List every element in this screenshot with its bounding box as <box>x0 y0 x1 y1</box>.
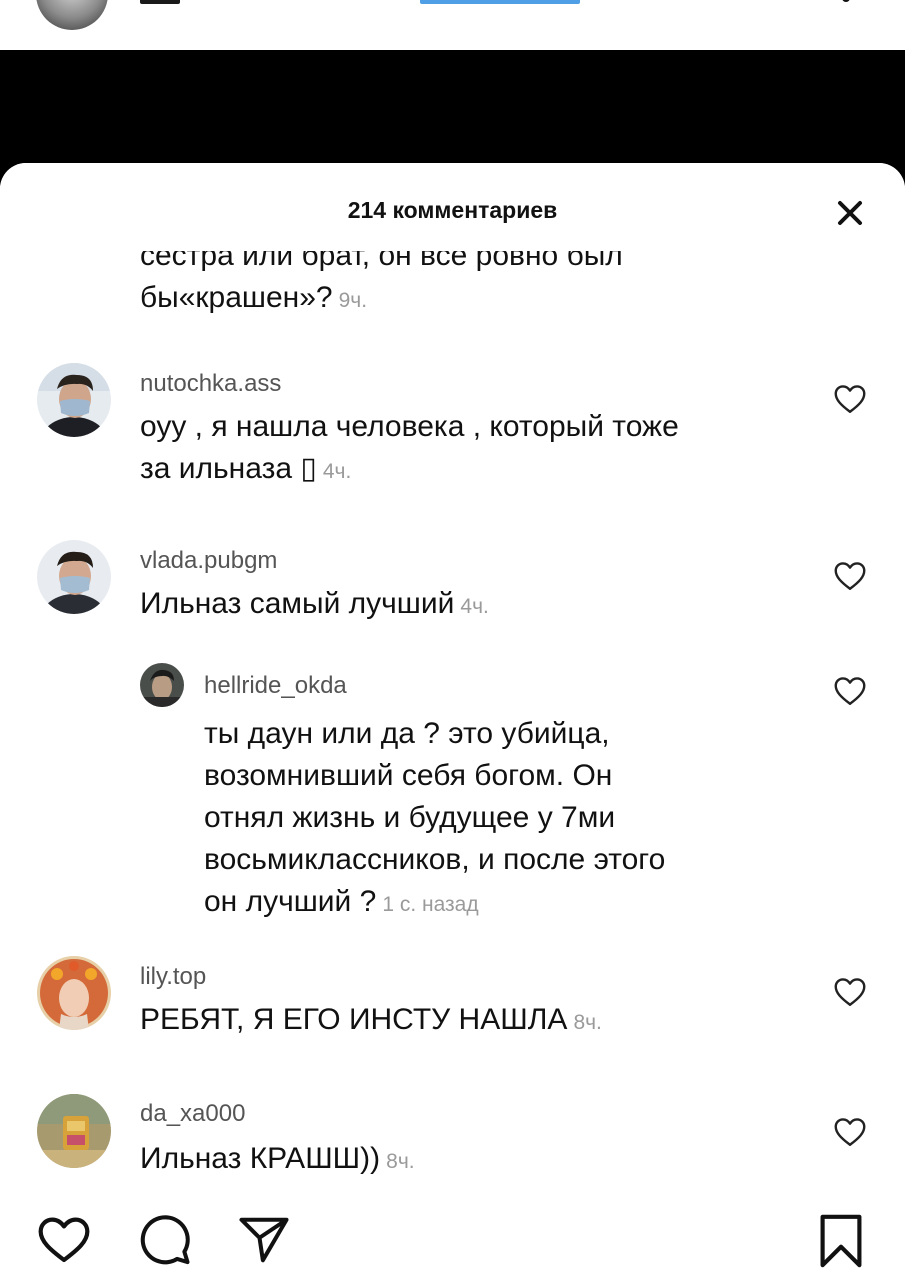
comment-text-line: возомнивший себя богом. Он <box>204 759 613 792</box>
like-icon[interactable] <box>832 381 868 417</box>
comment-username[interactable]: lily.top <box>140 963 206 991</box>
follow-link[interactable] <box>420 0 580 4</box>
comments-list[interactable]: сестра или брат, он все ровно был бы«кра… <box>0 163 905 1203</box>
close-icon[interactable] <box>830 193 870 233</box>
comment-text: ты даун или да ? это убийца, возомнивший… <box>204 713 665 926</box>
like-icon[interactable] <box>832 673 868 709</box>
comment-text-body: Ильназ КРАШШ)) <box>140 1142 381 1175</box>
comment-bubble-icon[interactable] <box>137 1213 193 1267</box>
avatar[interactable] <box>37 956 111 1030</box>
comment-text: оуу , я нашла человека , который тоже за… <box>140 406 679 493</box>
comments-sheet: сестра или брат, он все ровно был бы«кра… <box>0 163 905 1203</box>
comment-username[interactable]: hellride_okda <box>204 672 347 700</box>
comment-time: 8ч. <box>386 1150 415 1173</box>
avatar[interactable] <box>140 663 184 707</box>
comment-text-tail: он лучший ? <box>204 885 377 918</box>
comment-text-line: ты даун или да ? это убийца, <box>204 717 610 750</box>
comments-sheet-header: 214 комментариев <box>0 163 905 251</box>
post-header <box>0 0 905 50</box>
comment-time: 9ч. <box>338 289 368 312</box>
heart-outline-icon[interactable] <box>36 1213 92 1265</box>
comment-text: РЕБЯТ, Я ЕГО ИНСТУ НАШЛА 8ч. <box>140 999 602 1044</box>
bookmark-icon[interactable] <box>818 1213 864 1269</box>
author-avatar[interactable] <box>36 0 108 30</box>
comment-text: Ильназ самый лучший 4ч. <box>140 583 489 628</box>
paper-plane-icon[interactable] <box>236 1213 292 1267</box>
comment-text-tail: за ильназа ▯ <box>140 452 317 485</box>
comment-text-line: за ильназа ▯ 4ч. <box>140 448 679 493</box>
avatar[interactable] <box>37 1094 111 1168</box>
comment-text-line: отнял жизнь и будущее у 7ми <box>204 801 616 834</box>
more-options-icon[interactable] <box>842 0 850 2</box>
comment-time: 1 с. назад <box>382 893 479 916</box>
comment-text-body: РЕБЯТ, Я ЕГО ИНСТУ НАШЛА <box>140 1003 568 1036</box>
comment-time: 8ч. <box>573 1011 602 1034</box>
comment-username[interactable]: da_xa000 <box>140 1100 245 1128</box>
comment-text: Ильназ КРАШШ)) 8ч. <box>140 1138 415 1183</box>
comment-text-tail: бы«крашен»? <box>140 281 333 314</box>
author-username[interactable] <box>140 0 180 4</box>
avatar[interactable] <box>37 540 111 614</box>
comment-time: 4ч. <box>460 595 489 618</box>
like-icon[interactable] <box>832 974 868 1010</box>
like-icon[interactable] <box>832 558 868 594</box>
comments-count-title: 214 комментариев <box>347 197 558 223</box>
avatar[interactable] <box>37 363 111 437</box>
comment-username[interactable]: vlada.pubgm <box>140 547 277 575</box>
comment-text-line: оуу , я нашла человека , который тоже <box>140 410 679 443</box>
comment-username[interactable]: nutochka.ass <box>140 370 281 398</box>
comment-text-body: Ильназ самый лучший <box>140 587 455 620</box>
post-action-bar <box>0 1203 905 1280</box>
comment-text-line: он лучший ? 1 с. назад <box>204 881 665 926</box>
like-icon[interactable] <box>832 1114 868 1150</box>
comment-text: бы«крашен»? 9ч. <box>140 281 367 315</box>
comment-time: 4ч. <box>322 460 352 483</box>
comment-text-line: восьмиклассников, и после этого <box>204 843 666 876</box>
